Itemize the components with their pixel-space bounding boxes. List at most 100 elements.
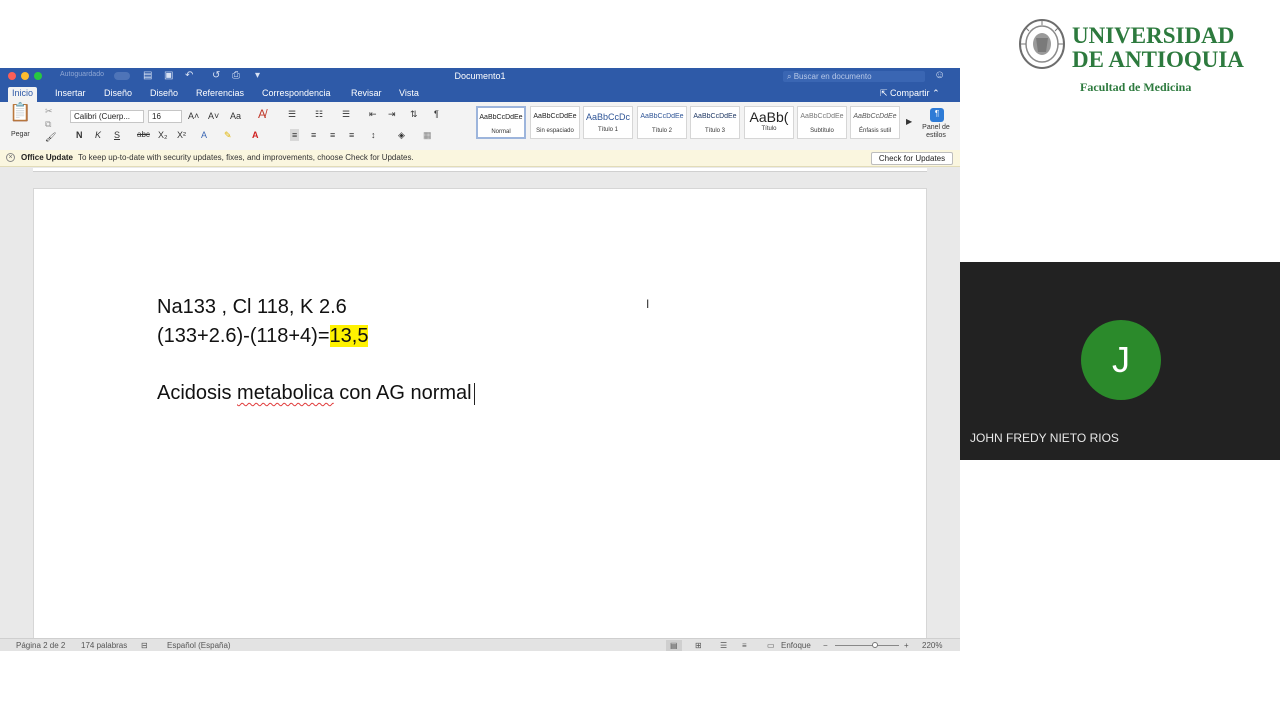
font-color-icon[interactable]: A (252, 129, 259, 141)
format-painter-icon[interactable]: 🖌 (45, 131, 56, 143)
zoom-slider-thumb[interactable] (872, 642, 878, 648)
focus-label[interactable]: Enfoque (781, 640, 811, 651)
style-sample: AaBbCcDdEe (693, 113, 737, 120)
grow-font-icon[interactable]: A˄ (188, 110, 199, 122)
page-count[interactable]: Página 2 de 2 (16, 640, 65, 651)
align-right-icon[interactable]: ≡ (330, 129, 335, 141)
font-size-select[interactable]: 16 (148, 110, 182, 123)
check-for-updates-button[interactable]: Check for Updates (871, 152, 953, 165)
italic-button[interactable]: K (95, 129, 101, 141)
style-titulo[interactable]: AaBb( Título (744, 106, 794, 139)
decrease-indent-icon[interactable]: ⇤ (369, 108, 377, 120)
ribbon-tabs: Inicio Insertar Diseño Diseño Referencia… (0, 85, 960, 102)
outline-view-icon[interactable]: ☰ (720, 640, 727, 651)
change-case-icon[interactable]: Aa (230, 110, 241, 122)
document-line-1[interactable]: Na133 , Cl 118, K 2.6 (157, 295, 347, 319)
styles-scroll-right-icon[interactable]: ▶ (906, 116, 912, 128)
draft-view-icon[interactable]: ≡ (742, 640, 747, 651)
tab-insertar[interactable]: Insertar (51, 87, 90, 100)
text-effects-icon[interactable]: A (201, 129, 207, 141)
sort-icon[interactable]: ⇅ (410, 108, 418, 120)
borders-icon[interactable]: ▦ (423, 129, 432, 141)
document-line-2[interactable]: (133+2.6)-(118+4)=13,5 (157, 324, 369, 348)
align-left-icon[interactable]: ≡ (290, 129, 300, 141)
formula-text: (133+2.6)-(118+4)= (157, 325, 330, 347)
style-titulo-1[interactable]: AaBbCcDc Título 1 (583, 106, 633, 139)
update-bar-message: To keep up-to-date with security updates… (78, 153, 414, 162)
styles-pane-icon[interactable]: ¶ (930, 108, 944, 122)
strikethrough-button[interactable]: abc (137, 129, 150, 141)
show-formatting-icon[interactable]: ¶ (434, 108, 439, 120)
misspelled-word[interactable]: metabolica (237, 382, 334, 404)
subscript-button[interactable]: X₂ (158, 129, 168, 141)
share-label: Compartir (890, 88, 930, 98)
style-name: Sin espaciado (536, 128, 574, 134)
close-update-icon[interactable]: × (6, 153, 15, 162)
share-button[interactable]: ⇱ Compartir ⌃ (880, 87, 940, 100)
text-run: Acidosis (157, 382, 238, 404)
zoom-slider[interactable] (835, 645, 899, 646)
document-line-3[interactable]: Acidosis metabolica con AG normal (157, 381, 475, 405)
focus-icon[interactable]: ▭ (767, 640, 775, 651)
style-name: Subtítulo (810, 128, 834, 134)
search-placeholder: Buscar en documento (793, 72, 872, 81)
cut-icon[interactable]: ✂ (45, 105, 53, 117)
font-name-select[interactable]: Calibri (Cuerp... (70, 110, 144, 123)
zoom-level[interactable]: 220% (922, 640, 942, 651)
tab-diseno-pagina[interactable]: Diseño (146, 87, 182, 100)
feedback-smiley-icon[interactable]: ☺ (934, 69, 945, 81)
font-name-value: Calibri (Cuerp... (74, 112, 131, 121)
highlight-color-icon[interactable]: ✎ (224, 129, 232, 141)
justify-icon[interactable]: ≡ (349, 129, 354, 141)
font-size-value: 16 (152, 112, 161, 121)
numbering-icon[interactable]: ☷ (315, 108, 323, 120)
tab-revisar[interactable]: Revisar (347, 87, 386, 100)
search-input[interactable]: ⌕ Buscar en documento (783, 71, 925, 82)
copy-icon[interactable]: ⧉ (45, 118, 51, 130)
print-layout-view-icon[interactable]: ▤ (666, 640, 682, 651)
style-sample: AaBb( (749, 109, 789, 125)
style-normal[interactable]: AaBbCcDdEe Normal (476, 106, 526, 139)
university-seal-icon (1019, 19, 1065, 69)
style-sample: AaBbCcDdEe (533, 113, 577, 120)
participant-video-tile[interactable]: J JOHN FREDY NIETO RIOS (960, 262, 1280, 460)
web-layout-view-icon[interactable]: ⊞ (695, 640, 702, 651)
style-enfasis-sutil[interactable]: AaBbCcDdEe Énfasis sutil (850, 106, 900, 139)
line-spacing-icon[interactable]: ↕ (371, 129, 376, 141)
style-sin-espaciado[interactable]: AaBbCcDdEe Sin espaciado (530, 106, 580, 139)
bullets-icon[interactable]: ☰ (288, 108, 296, 120)
language[interactable]: Español (España) (167, 640, 231, 651)
proofing-icon[interactable]: ⊟ (141, 640, 148, 651)
tab-correspondencia[interactable]: Correspondencia (258, 87, 335, 100)
increase-indent-icon[interactable]: ⇥ (388, 108, 396, 120)
tab-diseno[interactable]: Diseño (100, 87, 136, 100)
participant-avatar: J (1081, 320, 1161, 400)
styles-pane-label[interactable]: Panel de estilos (916, 124, 956, 140)
tab-vista[interactable]: Vista (395, 87, 423, 100)
style-titulo-2[interactable]: AaBbCcDdEe Título 2 (637, 106, 687, 139)
paste-icon[interactable]: 📋 (9, 103, 31, 121)
ribbon: 📋 Pegar ✂ ⧉ 🖌 Calibri (Cuerp... 16 A˄ A˅… (0, 102, 960, 154)
shrink-font-icon[interactable]: A˅ (208, 110, 219, 122)
paste-label[interactable]: Pegar (11, 129, 30, 141)
tab-referencias[interactable]: Referencias (192, 87, 248, 100)
zoom-in-icon[interactable]: + (904, 640, 909, 651)
style-titulo-3[interactable]: AaBbCcDdEe Título 3 (690, 106, 740, 139)
bold-button[interactable]: N (76, 129, 83, 141)
style-sample: AaBbCcDdEe (800, 113, 844, 120)
participant-name: JOHN FREDY NIETO RIOS (970, 431, 1119, 445)
underline-button[interactable]: S (114, 129, 120, 141)
align-center-icon[interactable]: ≡ (311, 129, 316, 141)
multilevel-list-icon[interactable]: ☰ (342, 108, 350, 120)
tab-inicio[interactable]: Inicio (8, 87, 38, 102)
ibeam-cursor-icon: I (646, 297, 650, 311)
screen: Autoguardado ▤ ▣ ↶ ↺ ⎙ ▾ Documento1 ⌕ Bu… (0, 0, 1280, 720)
superscript-button[interactable]: X² (177, 129, 186, 141)
word-count[interactable]: 174 palabras (81, 640, 127, 651)
document-page[interactable]: Na133 , Cl 118, K 2.6 (133+2.6)-(118+4)=… (33, 188, 927, 651)
university-name-line-1: UNIVERSIDAD (1072, 23, 1235, 48)
zoom-out-icon[interactable]: − (823, 640, 828, 651)
clear-format-icon[interactable]: A̸ (258, 108, 266, 120)
shading-icon[interactable]: ◈ (398, 129, 405, 141)
style-subtitulo[interactable]: AaBbCcDdEe Subtítulo (797, 106, 847, 139)
